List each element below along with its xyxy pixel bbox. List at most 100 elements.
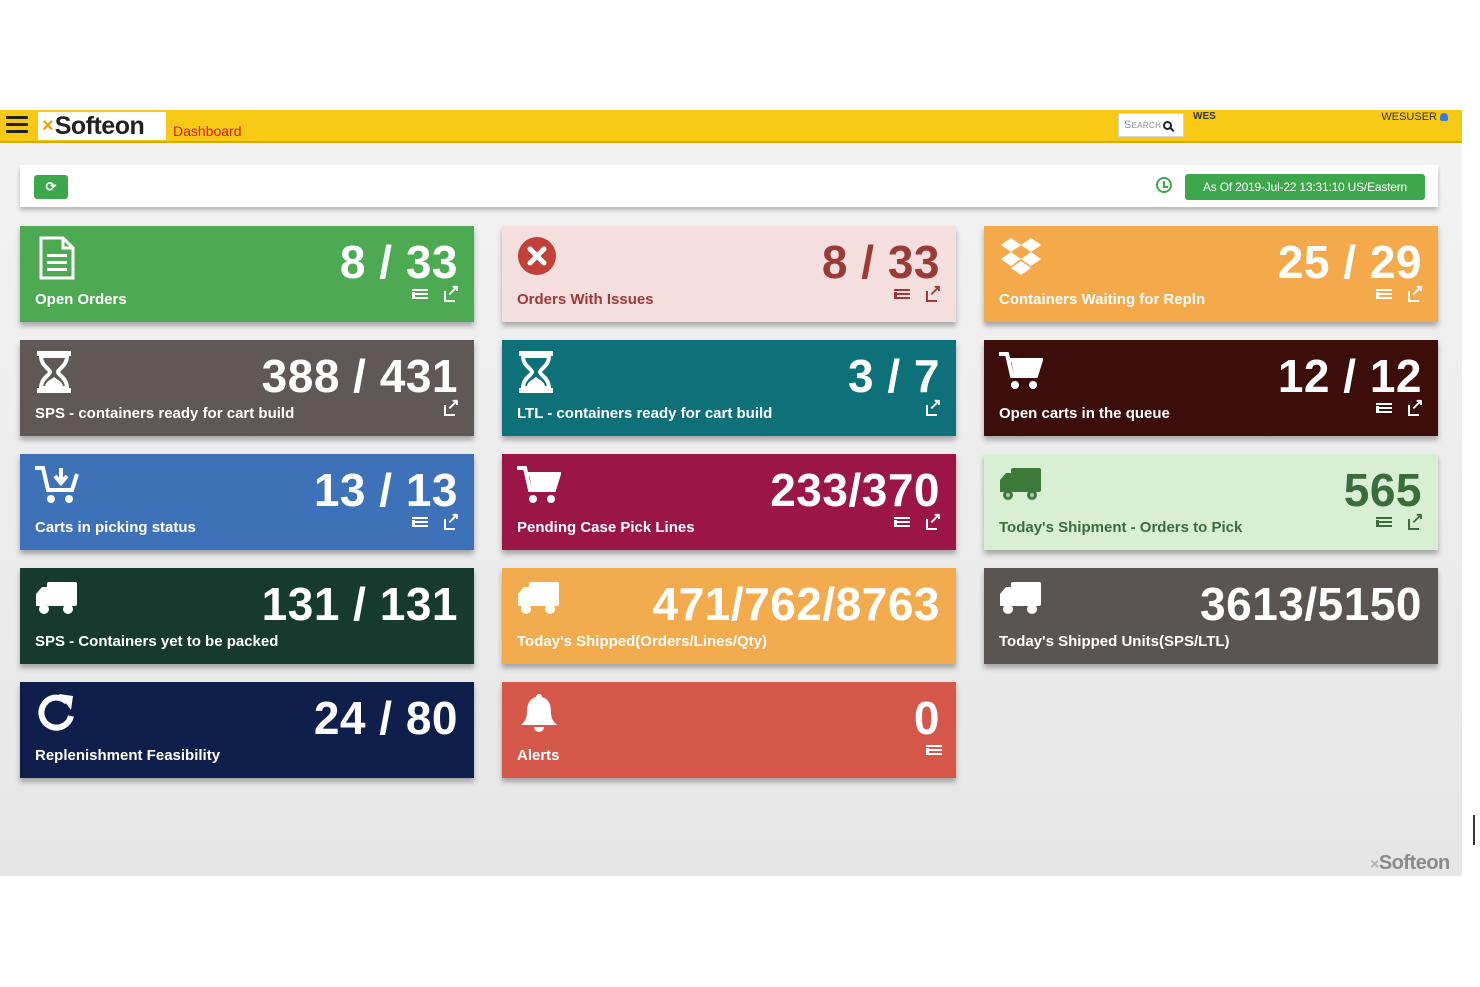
footer-logo: ×Softeon: [1370, 852, 1450, 875]
open-external-icon[interactable]: [926, 283, 942, 302]
tile-actions: [926, 744, 942, 758]
tile-value: 233/370: [770, 464, 940, 516]
tile-value: 3613/5150: [1200, 578, 1422, 630]
tile-label: Replenishment Feasibility: [35, 747, 221, 764]
hourglass-icon: [35, 350, 79, 394]
dashboard-app: × Softeon Dashboard Search WES WESUSER ⟳…: [0, 110, 1462, 876]
search-icon[interactable]: [1163, 120, 1173, 130]
tile-today-s-shipment-orders-to-pick[interactable]: 565 Today's Shipment - Orders to Pick: [984, 454, 1438, 550]
search-placeholder: Search: [1124, 119, 1162, 131]
tile-value: 8 / 33: [339, 236, 458, 288]
hourglass-icon: [517, 350, 561, 394]
tile-carts-in-picking-status[interactable]: 13 / 13 Carts in picking status: [20, 454, 474, 550]
open-external-icon[interactable]: [926, 511, 942, 530]
tile-label: Today's Shipped Units(SPS/LTL): [999, 633, 1230, 650]
tile-value: 8 / 33: [821, 236, 940, 288]
tile-actions: [412, 283, 460, 302]
search-input[interactable]: Search: [1118, 113, 1184, 137]
list-view-icon[interactable]: [894, 516, 910, 530]
error-circle-icon: [517, 236, 561, 280]
tile-label: SPS - Containers yet to be packed: [35, 633, 279, 650]
tile-label: Pending Case Pick Lines: [517, 519, 695, 536]
tile-sps-containers-yet-to-be-packed[interactable]: 131 / 131 SPS - Containers yet to be pack…: [20, 568, 474, 664]
breadcrumb[interactable]: Dashboard: [173, 123, 242, 139]
cart-icon: [999, 350, 1044, 394]
as-of-timestamp: As Of 2019-Jul-22 13:31:10 US/Eastern: [1185, 174, 1425, 200]
scrollbar[interactable]: [1473, 815, 1475, 845]
tile-open-carts-in-the-queue[interactable]: 12 / 12 Open carts in the queue: [984, 340, 1438, 436]
tile-label: Open carts in the queue: [999, 405, 1170, 422]
tile-open-orders[interactable]: 8 / 33 Open Orders: [20, 226, 474, 322]
tile-value: 3 / 7: [847, 350, 940, 402]
refresh-button[interactable]: ⟳: [34, 175, 68, 199]
logo-text: Softeon: [54, 111, 145, 140]
tile-value: 565: [1343, 464, 1422, 516]
top-bar: × Softeon Dashboard Search WES WESUSER: [0, 110, 1462, 143]
dropbox-icon: [999, 236, 1043, 280]
tile-label: Orders With Issues: [517, 291, 654, 308]
user-icon: [1440, 113, 1448, 122]
tile-pending-case-pick-lines[interactable]: 233/370 Pending Case Pick Lines: [502, 454, 956, 550]
open-external-icon[interactable]: [444, 283, 460, 302]
list-view-icon[interactable]: [1376, 516, 1392, 530]
truck-icon: [999, 578, 1043, 622]
tile-sps-containers-ready-for-cart-build[interactable]: 388 / 431 SPS - containers ready for cart…: [20, 340, 474, 436]
footer-logo-mark: ×: [1370, 856, 1379, 873]
tile-actions: [412, 511, 460, 530]
tile-label: LTL - containers ready for cart build: [517, 405, 773, 422]
tile-value: 388 / 431: [261, 350, 458, 402]
tile-label: Open Orders: [35, 291, 127, 308]
tile-today-s-shipped-units-sps-ltl[interactable]: 3613/5150 Today's Shipped Units(SPS/LTL): [984, 568, 1438, 664]
bell-icon: [517, 692, 561, 736]
tile-actions: [1376, 397, 1424, 416]
document-icon: [35, 236, 79, 280]
tile-actions: [1376, 283, 1424, 302]
open-external-icon[interactable]: [444, 511, 460, 530]
softeon-logo[interactable]: × Softeon: [38, 112, 166, 140]
tile-value: 25 / 29: [1277, 236, 1422, 288]
tile-value: 24 / 80: [313, 692, 458, 744]
tile-today-s-shipped-orders-lines-qty[interactable]: 471/762/8763 Today's Shipped(Orders/Lines…: [502, 568, 956, 664]
list-view-icon[interactable]: [412, 288, 428, 302]
tile-alerts[interactable]: 0 Alerts: [502, 682, 956, 778]
environment-label[interactable]: WES: [1193, 111, 1216, 122]
tile-replenishment-feasibility[interactable]: 24 / 80 Replenishment Feasibility: [20, 682, 474, 778]
tile-label: Today's Shipment - Orders to Pick: [999, 519, 1243, 536]
truck-icon: [999, 464, 1043, 508]
menu-icon[interactable]: [6, 116, 28, 136]
tile-actions: [926, 397, 942, 416]
tile-containers-waiting-for-repln[interactable]: 25 / 29 Containers Waiting for Repln: [984, 226, 1438, 322]
user-menu[interactable]: WESUSER: [1381, 111, 1448, 123]
open-external-icon[interactable]: [1408, 511, 1424, 530]
tile-label: Carts in picking status: [35, 519, 196, 536]
open-external-icon[interactable]: [1408, 283, 1424, 302]
tile-value: 131 / 131: [261, 578, 458, 630]
cart-icon: [517, 464, 562, 508]
tile-value: 13 / 13: [313, 464, 458, 516]
tile-label: Containers Waiting for Repln: [999, 291, 1206, 308]
cart-download-icon: [35, 464, 79, 508]
tile-ltl-containers-ready-for-cart-build[interactable]: 3 / 7 LTL - containers ready for cart bui…: [502, 340, 956, 436]
open-external-icon[interactable]: [926, 397, 942, 416]
list-view-icon[interactable]: [1376, 288, 1392, 302]
tile-actions: [1376, 511, 1424, 530]
tile-label: Today's Shipped(Orders/Lines/Qty): [517, 633, 767, 650]
tile-actions: [894, 283, 942, 302]
dashboard-toolbar: ⟳ As Of 2019-Jul-22 13:31:10 US/Eastern: [20, 165, 1438, 207]
tile-orders-with-issues[interactable]: 8 / 33 Orders With Issues: [502, 226, 956, 322]
open-external-icon[interactable]: [1408, 397, 1424, 416]
tile-value: 0: [913, 692, 940, 744]
footer-logo-text: Softeon: [1378, 852, 1450, 874]
tile-value: 471/762/8763: [652, 578, 940, 630]
open-external-icon[interactable]: [444, 397, 460, 416]
tile-actions: [894, 511, 942, 530]
truck-icon: [517, 578, 561, 622]
list-view-icon[interactable]: [412, 516, 428, 530]
tile-label: SPS - containers ready for cart build: [35, 405, 295, 422]
tile-actions: [444, 397, 460, 416]
list-view-icon[interactable]: [1376, 402, 1392, 416]
list-view-icon[interactable]: [926, 744, 942, 758]
refresh-icon: [35, 692, 79, 736]
list-view-icon[interactable]: [894, 288, 910, 302]
truck-icon: [35, 578, 79, 622]
